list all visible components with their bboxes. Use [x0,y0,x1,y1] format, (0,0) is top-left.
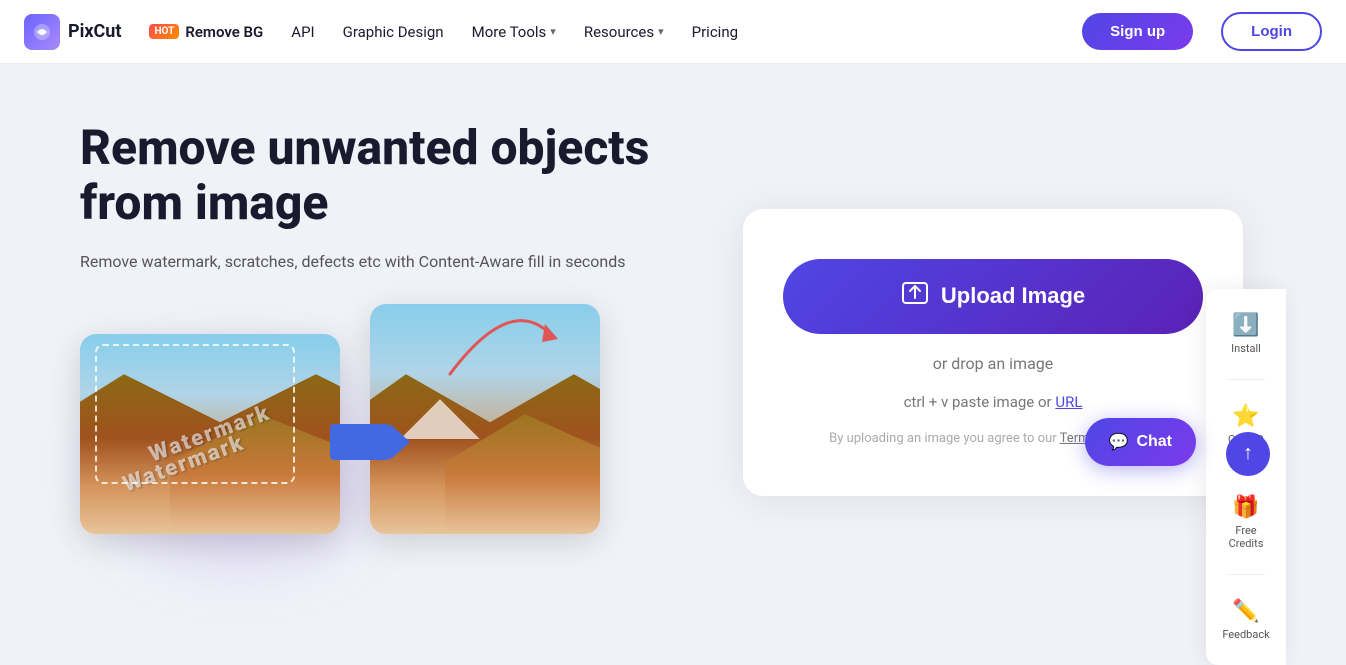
divider-3 [1227,574,1265,575]
navbar: PixCut HOT Remove BG API Graphic Design … [0,0,1346,64]
left-panel: Remove unwanted objects from image Remov… [80,120,660,584]
right-panel: Upload Image or drop an image ctrl + v p… [700,209,1286,496]
red-arrow [430,274,570,398]
credits-icon: 🎁 [1232,495,1259,520]
more-tools-nav-link[interactable]: More Tools ▾ [472,23,556,41]
main-content: Remove unwanted objects from image Remov… [0,64,1346,640]
hot-badge: HOT [149,24,179,39]
resources-nav-link[interactable]: Resources ▾ [584,23,664,41]
remove-bg-nav[interactable]: HOT Remove BG [149,23,263,41]
feedback-panel-item[interactable]: ✏️ Feedback [1214,591,1277,649]
hero-title: Remove unwanted objects from image [80,120,660,230]
logo-icon [24,14,60,50]
resources-chevron: ▾ [658,25,664,38]
before-image: Watermark Watermark [80,334,340,534]
chat-icon: 💬 [1109,432,1129,452]
logo[interactable]: PixCut [24,14,121,50]
blue-arrow [330,424,390,460]
pricing-nav-link[interactable]: Pricing [692,23,738,41]
login-button[interactable]: Login [1221,12,1322,51]
chat-button[interactable]: 💬 Chat [1085,418,1196,466]
logo-text: PixCut [68,21,121,42]
upload-button[interactable]: Upload Image [783,259,1203,334]
feedback-label: Feedback [1222,628,1269,641]
signup-button[interactable]: Sign up [1082,13,1193,50]
arrow-shape [330,424,390,460]
install-label: Install [1231,342,1261,355]
image-demo: Watermark Watermark [80,304,600,584]
shortcut-icon: ⭐ [1232,404,1259,429]
hero-subtitle: Remove watermark, scratches, defects etc… [80,250,660,274]
drop-text: or drop an image [933,354,1053,373]
remove-bg-label: Remove BG [185,23,263,41]
api-nav-link[interactable]: API [291,23,314,41]
upload-icon [901,279,929,314]
dotted-selection [95,344,295,484]
scroll-up-button[interactable]: ↑ [1226,432,1270,476]
url-link[interactable]: URL [1055,393,1082,411]
feedback-icon: ✏️ [1232,599,1259,624]
side-panel: ⬇️ Install ⭐ Ctrl + D 🎁 Free Credits ✏️ … [1206,289,1286,665]
graphic-design-nav-link[interactable]: Graphic Design [343,23,444,41]
credits-panel-item[interactable]: 🎁 Free Credits [1214,487,1278,558]
install-panel-item[interactable]: ⬇️ Install [1223,305,1269,363]
chat-label: Chat [1136,433,1172,451]
install-icon: ⬇️ [1232,313,1259,338]
paste-text: ctrl + v paste image or URL [904,393,1083,411]
upload-button-label: Upload Image [941,283,1085,309]
more-tools-chevron: ▾ [550,25,556,38]
snow-cap [400,399,480,439]
divider-1 [1227,379,1265,380]
credits-label: Free Credits [1222,524,1270,550]
up-arrow-icon: ↑ [1243,442,1253,465]
